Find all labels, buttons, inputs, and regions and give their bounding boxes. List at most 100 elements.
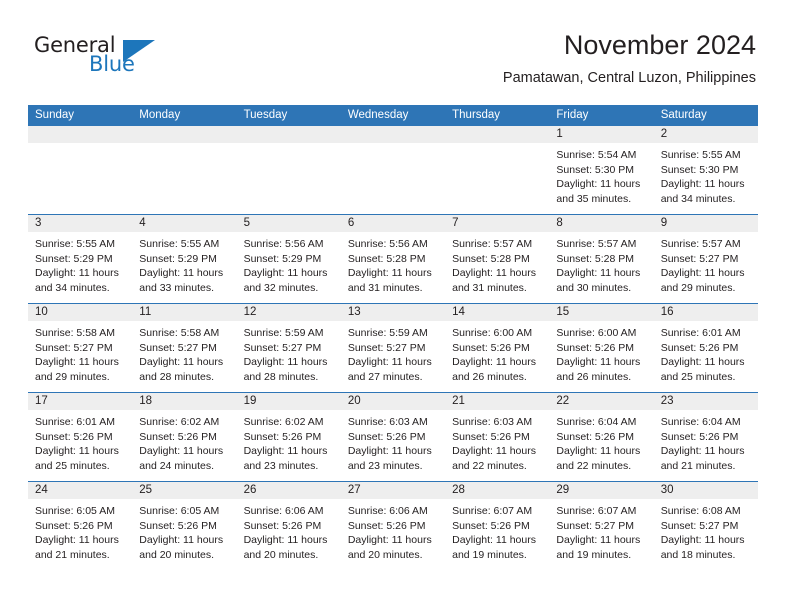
day-number: 28 — [445, 482, 550, 499]
sunset-text: Sunset: 5:27 PM — [556, 519, 635, 532]
calendar-day-cell[interactable]: 25 Sunrise: 6:05 AM Sunset: 5:26 PM Dayligh… — [132, 481, 237, 570]
sunset-text: Sunset: 5:26 PM — [35, 430, 113, 443]
day-number: 26 — [236, 482, 341, 499]
daylight-text-line2: and 20 minutes. — [139, 548, 214, 561]
sunset-text: Sunset: 5:28 PM — [452, 252, 530, 265]
calendar-day-cell[interactable]: 19 Sunrise: 6:02 AM Sunset: 5:26 PM Dayligh… — [236, 392, 341, 482]
day-number: 22 — [549, 393, 654, 410]
daylight-text-line2: and 34 minutes. — [660, 192, 736, 205]
calendar-day-cell[interactable]: 13 Sunrise: 5:59 AM Sunset: 5:27 PM Dayligh… — [340, 303, 446, 393]
calendar-cell-empty — [132, 126, 237, 215]
daylight-text-line1: Daylight: 11 hours — [243, 445, 328, 458]
daylight-text-line1: Daylight: 11 hours — [347, 534, 432, 547]
day-details: Sunrise: 6:00 AM Sunset: 5:26 PM Daylight:… — [445, 321, 549, 384]
day-details: Sunrise: 6:05 AM Sunset: 5:26 PM Daylight:… — [132, 499, 236, 562]
day-number: 21 — [445, 393, 550, 410]
weekday-header-saturday: Saturday — [653, 105, 758, 126]
day-number: 11 — [132, 304, 237, 321]
calendar-day-cell[interactable]: 7 Sunrise: 5:57 AM Sunset: 5:28 PM Daylight… — [445, 214, 550, 304]
day-number: 30 — [653, 482, 758, 499]
sunset-text: Sunset: 5:26 PM — [243, 430, 322, 443]
calendar-day-cell[interactable]: 12 Sunrise: 5:59 AM Sunset: 5:27 PM Dayligh… — [236, 303, 341, 393]
sunrise-text: Sunrise: 5:55 AM — [660, 149, 741, 161]
sunrise-text: Sunrise: 5:58 AM — [139, 327, 220, 339]
sunrise-text: Sunrise: 6:05 AM — [139, 505, 220, 517]
calendar-day-cell[interactable]: 26 Sunrise: 6:06 AM Sunset: 5:26 PM Dayligh… — [236, 481, 341, 570]
daylight-text-line2: and 27 minutes. — [347, 370, 423, 383]
calendar-day-cell[interactable]: 8 Sunrise: 5:57 AM Sunset: 5:28 PM Daylight… — [549, 214, 654, 304]
day-details: Sunrise: 6:06 AM Sunset: 5:26 PM Daylight:… — [237, 499, 341, 562]
sunrise-text: Sunrise: 6:06 AM — [243, 505, 324, 517]
calendar-day-cell[interactable]: 14 Sunrise: 6:00 AM Sunset: 5:26 PM Dayligh… — [445, 303, 550, 393]
calendar-day-cell[interactable]: 9 Sunrise: 5:57 AM Sunset: 5:27 PM Daylight… — [653, 214, 758, 304]
daylight-text-line2: and 22 minutes. — [556, 459, 632, 472]
day-details: Sunrise: 5:58 AM Sunset: 5:27 PM Daylight:… — [28, 321, 132, 384]
sunrise-text: Sunrise: 6:02 AM — [243, 416, 324, 428]
calendar-header-row: Sunday Monday Tuesday Wednesday Thursday Frid… — [28, 105, 758, 126]
day-details: Sunrise: 6:02 AM Sunset: 5:26 PM Daylight:… — [132, 410, 236, 473]
calendar-day-cell[interactable]: 2 Sunrise: 5:55 AM Sunset: 5:30 PM Daylight… — [653, 126, 758, 215]
sunrise-sunset-calendar: Sunday Monday Tuesday Wednesday Thursday Frid… — [28, 105, 758, 570]
daylight-text-line2: and 26 minutes. — [556, 370, 632, 383]
day-number: 5 — [236, 215, 341, 232]
sunset-text: Sunset: 5:27 PM — [660, 252, 739, 265]
day-details: Sunrise: 5:56 AM Sunset: 5:29 PM Daylight:… — [237, 232, 341, 295]
calendar-day-cell[interactable]: 15 Sunrise: 6:00 AM Sunset: 5:26 PM Dayligh… — [549, 303, 654, 393]
day-number: 18 — [132, 393, 237, 410]
daylight-text-line1: Daylight: 11 hours — [139, 534, 224, 547]
sunset-text: Sunset: 5:27 PM — [35, 341, 113, 354]
calendar-day-cell[interactable]: 24 Sunrise: 6:05 AM Sunset: 5:26 PM Dayligh… — [28, 481, 133, 570]
calendar-day-cell[interactable]: 16 Sunrise: 6:01 AM Sunset: 5:26 PM Dayligh… — [653, 303, 758, 393]
title-block: November 2024 Pamatawan, Central Luzon, … — [503, 28, 756, 88]
weekday-header-tuesday: Tuesday — [236, 105, 341, 126]
daylight-text-line1: Daylight: 11 hours — [556, 178, 641, 191]
calendar-day-cell[interactable]: 10 Sunrise: 5:58 AM Sunset: 5:27 PM Dayligh… — [28, 303, 133, 393]
day-number: 20 — [340, 393, 446, 410]
page-subtitle: Pamatawan, Central Luzon, Philippines — [502, 70, 756, 86]
sunset-text: Sunset: 5:27 PM — [243, 341, 322, 354]
calendar-day-cell[interactable]: 29 Sunrise: 6:07 AM Sunset: 5:27 PM Dayligh… — [549, 481, 654, 570]
calendar-day-cell[interactable]: 22 Sunrise: 6:04 AM Sunset: 5:26 PM Dayligh… — [549, 392, 654, 482]
sunrise-text: Sunrise: 5:55 AM — [35, 238, 115, 250]
sunrise-text: Sunrise: 5:59 AM — [347, 327, 428, 339]
calendar-body: 1 Sunrise: 5:54 AM Sunset: 5:30 PM Daylight… — [28, 126, 758, 570]
sunrise-text: Sunrise: 6:03 AM — [347, 416, 428, 428]
day-number-band — [340, 126, 446, 143]
day-number: 19 — [236, 393, 341, 410]
calendar-day-cell[interactable]: 1 Sunrise: 5:54 AM Sunset: 5:30 PM Daylight… — [549, 126, 654, 215]
daylight-text-line2: and 32 minutes. — [243, 281, 319, 294]
sunrise-text: Sunrise: 6:05 AM — [35, 505, 115, 517]
calendar-day-cell[interactable]: 4 Sunrise: 5:55 AM Sunset: 5:29 PM Daylight… — [132, 214, 237, 304]
daylight-text-line1: Daylight: 11 hours — [139, 356, 224, 369]
calendar-day-cell[interactable]: 18 Sunrise: 6:02 AM Sunset: 5:26 PM Dayligh… — [132, 392, 237, 482]
calendar-day-cell[interactable]: 11 Sunrise: 5:58 AM Sunset: 5:27 PM Dayligh… — [132, 303, 237, 393]
sunset-text: Sunset: 5:26 PM — [139, 430, 217, 443]
calendar-day-cell[interactable]: 28 Sunrise: 6:07 AM Sunset: 5:26 PM Dayligh… — [445, 481, 550, 570]
sunrise-text: Sunrise: 6:02 AM — [139, 416, 220, 428]
calendar-day-cell[interactable]: 21 Sunrise: 6:03 AM Sunset: 5:26 PM Dayligh… — [445, 392, 550, 482]
sunset-text: Sunset: 5:26 PM — [35, 519, 113, 532]
day-number: 14 — [445, 304, 550, 321]
calendar-day-cell[interactable]: 17 Sunrise: 6:01 AM Sunset: 5:26 PM Dayligh… — [28, 392, 133, 482]
calendar-day-cell[interactable]: 5 Sunrise: 5:56 AM Sunset: 5:29 PM Daylight… — [236, 214, 341, 304]
calendar-day-cell[interactable]: 27 Sunrise: 6:06 AM Sunset: 5:26 PM Dayligh… — [340, 481, 446, 570]
weekday-header-monday: Monday — [132, 105, 237, 126]
daylight-text-line2: and 23 minutes. — [243, 459, 319, 472]
daylight-text-line2: and 22 minutes. — [452, 459, 527, 472]
daylight-text-line1: Daylight: 11 hours — [452, 445, 536, 458]
daylight-text-line1: Daylight: 11 hours — [556, 267, 641, 280]
day-number: 8 — [549, 215, 654, 232]
general-blue-logo[interactable]: General Blue — [34, 33, 174, 81]
sunrise-text: Sunrise: 6:08 AM — [660, 505, 741, 517]
calendar-page: General Blue November 2024 Pamatawan, Ce… — [0, 0, 792, 612]
calendar-day-cell[interactable]: 3 Sunrise: 5:55 AM Sunset: 5:29 PM Daylight… — [28, 214, 133, 304]
calendar-day-cell[interactable]: 30 Sunrise: 6:08 AM Sunset: 5:27 PM Dayligh… — [653, 481, 758, 570]
daylight-text-line1: Daylight: 11 hours — [35, 267, 119, 280]
calendar-day-cell[interactable]: 23 Sunrise: 6:04 AM Sunset: 5:26 PM Dayligh… — [653, 392, 758, 482]
day-details: Sunrise: 5:58 AM Sunset: 5:27 PM Daylight:… — [132, 321, 236, 384]
calendar-day-cell[interactable]: 6 Sunrise: 5:56 AM Sunset: 5:28 PM Daylight… — [340, 214, 446, 304]
day-number: 2 — [653, 126, 758, 143]
daylight-text-line2: and 19 minutes. — [452, 548, 527, 561]
sunrise-text: Sunrise: 6:07 AM — [556, 505, 637, 517]
calendar-day-cell[interactable]: 20 Sunrise: 6:03 AM Sunset: 5:26 PM Dayligh… — [340, 392, 446, 482]
